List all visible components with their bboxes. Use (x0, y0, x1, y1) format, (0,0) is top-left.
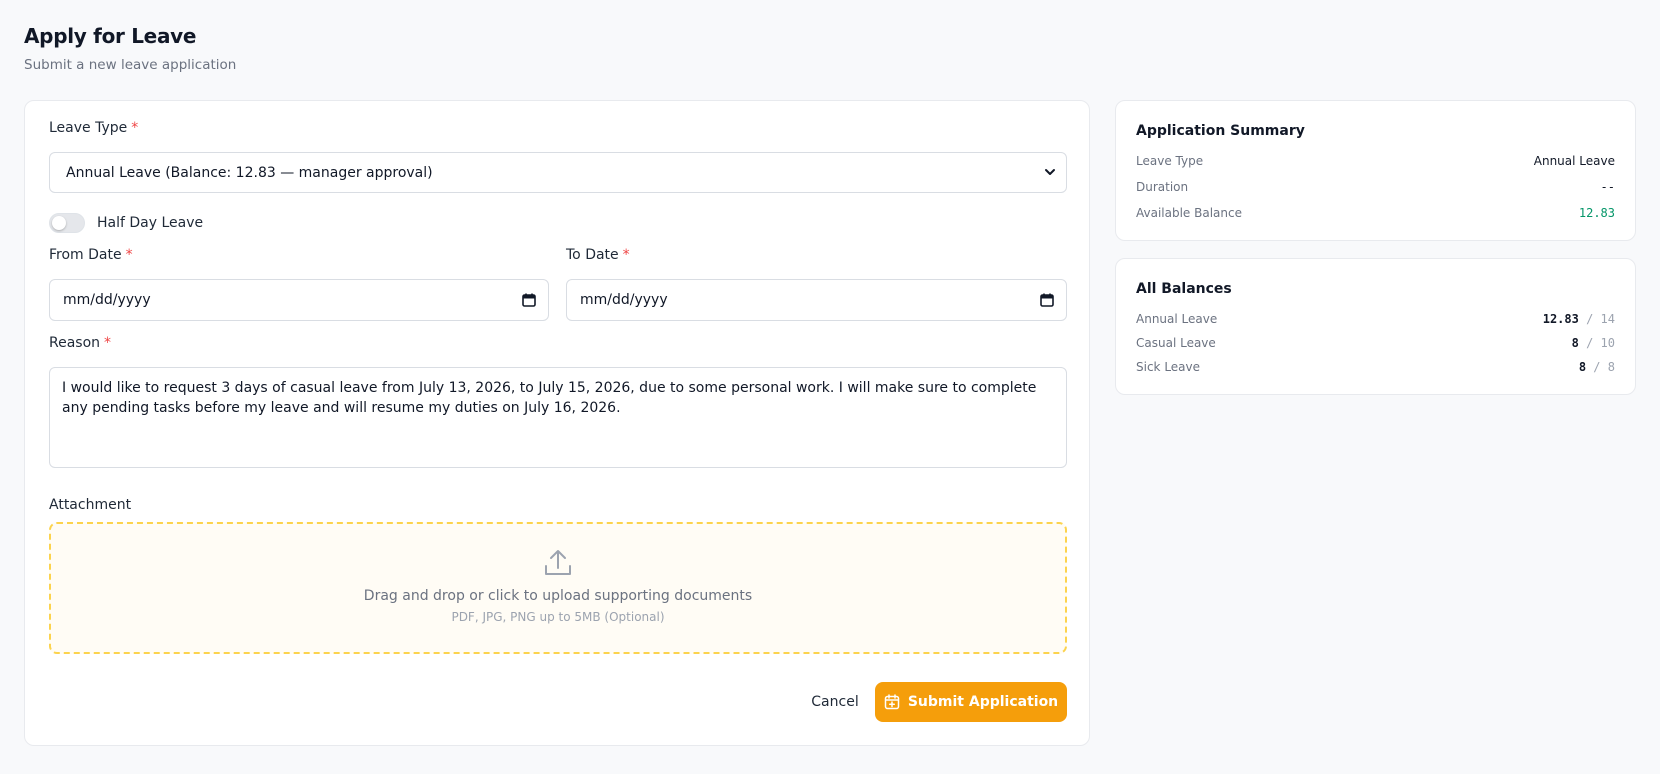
balance-label: Sick Leave (1136, 360, 1201, 374)
balance-value: 8 / 10 (1571, 336, 1615, 350)
required-mark: * (104, 335, 112, 351)
required-mark: * (125, 247, 133, 263)
application-summary-card: Application Summary Leave Type Annual Le… (1115, 100, 1636, 241)
half-day-toggle[interactable] (49, 213, 85, 233)
from-date-placeholder: mm/dd/yyyy (63, 292, 151, 308)
balance-row: Annual Leave 12.83 / 14 (1136, 312, 1615, 326)
to-date-placeholder: mm/dd/yyyy (580, 292, 668, 308)
balance-row: Sick Leave 8 / 8 (1136, 360, 1615, 374)
attachment-label: Attachment (49, 497, 132, 513)
toggle-knob (52, 216, 66, 230)
summary-row-label: Available Balance (1136, 206, 1242, 220)
dropzone-hint: PDF, JPG, PNG up to 5MB (Optional) (451, 610, 665, 624)
from-date-input[interactable]: mm/dd/yyyy (49, 279, 549, 321)
summary-row-label: Duration (1136, 180, 1189, 194)
to-date-input[interactable]: mm/dd/yyyy (566, 279, 1067, 321)
required-mark: * (131, 120, 139, 136)
summary-title: Application Summary (1136, 123, 1305, 139)
calendar-icon[interactable] (522, 293, 536, 307)
balance-label: Annual Leave (1136, 312, 1218, 326)
from-date-label: From Date * (49, 247, 133, 263)
balance-value: 8 / 8 (1578, 360, 1615, 374)
summary-row: Duration -- (1136, 180, 1615, 194)
balance-row: Casual Leave 8 / 10 (1136, 336, 1615, 350)
leave-type-selected-value: Annual Leave (Balance: 12.83 — manager a… (66, 164, 433, 181)
attachment-dropzone[interactable]: Drag and drop or click to upload support… (49, 522, 1067, 654)
half-day-row: Half Day Leave (49, 213, 203, 233)
upload-icon (545, 550, 571, 575)
summary-row-value: Annual Leave (1533, 154, 1615, 168)
calendar-icon[interactable] (1040, 293, 1054, 307)
to-date-label: To Date * (566, 247, 630, 263)
page-subtitle: Submit a new leave application (24, 57, 237, 73)
submit-label: Submit Application (907, 694, 1059, 710)
required-mark: * (622, 247, 630, 263)
summary-row: Available Balance 12.83 (1136, 206, 1615, 220)
reason-label: Reason * (49, 335, 112, 351)
summary-row: Leave Type Annual Leave (1136, 154, 1615, 168)
summary-row-label: Leave Type (1136, 154, 1204, 168)
balance-label: Casual Leave (1136, 336, 1216, 350)
summary-row-value: -- (1600, 180, 1615, 194)
all-balances-card: All Balances Annual Leave 12.83 / 14 Cas… (1115, 258, 1636, 395)
submit-application-button[interactable]: Submit Application (875, 682, 1067, 722)
reason-textarea[interactable]: I would like to request 3 days of casual… (49, 367, 1067, 468)
balances-title: All Balances (1136, 281, 1232, 297)
cancel-button[interactable]: Cancel (797, 682, 873, 722)
page-title: Apply for Leave (24, 24, 197, 48)
calendar-plus-icon (884, 694, 900, 710)
leave-type-label: Leave Type * (49, 120, 139, 136)
balance-value: 12.83 / 14 (1542, 312, 1615, 326)
leave-form-card: Leave Type * Annual Leave (Balance: 12.83… (24, 100, 1090, 746)
half-day-label: Half Day Leave (97, 215, 204, 231)
dropzone-text: Drag and drop or click to upload support… (363, 588, 753, 604)
page-header: Apply for Leave Submit a new leave appli… (24, 24, 236, 73)
leave-type-select[interactable]: Annual Leave (Balance: 12.83 — manager a… (49, 152, 1067, 193)
available-balance-value: 12.83 (1578, 206, 1615, 220)
chevron-down-icon (1045, 169, 1055, 175)
